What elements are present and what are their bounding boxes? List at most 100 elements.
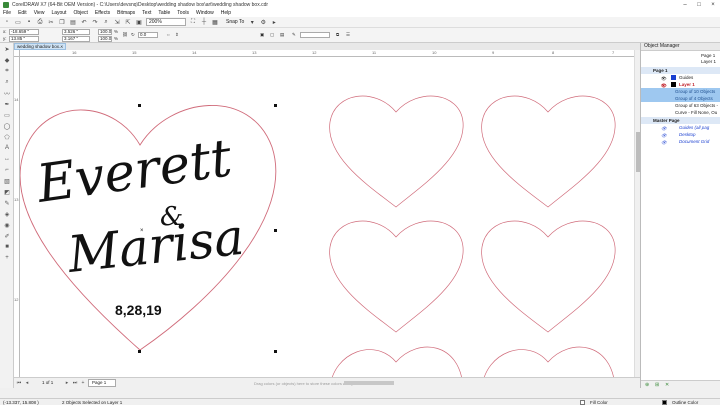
copy-icon[interactable]: ❐ xyxy=(58,18,66,26)
eye-icon[interactable]: 👁 xyxy=(661,132,667,138)
export-icon[interactable]: ⇱ xyxy=(124,18,132,26)
tree-document-grid[interactable]: 👁 Document Grid xyxy=(641,138,720,145)
search-icon[interactable]: ⌕ xyxy=(102,18,110,26)
smart-fill-icon[interactable]: ◉ xyxy=(3,221,11,229)
first-page-icon[interactable]: ⏮ xyxy=(16,380,22,386)
connector-tool-icon[interactable]: ⌐ xyxy=(3,166,11,174)
eye-icon[interactable]: 👁 xyxy=(661,82,667,88)
undo-icon[interactable]: ↶ xyxy=(80,18,88,26)
zoom-level-field[interactable]: 200% xyxy=(146,18,186,26)
document-tab[interactable]: wedding shadow box... × xyxy=(14,43,66,50)
arrange-icon[interactable]: ⧉ xyxy=(336,32,339,37)
group-icon[interactable]: ▣ xyxy=(260,32,264,38)
selection-handle[interactable] xyxy=(274,104,277,107)
interactive-fill-icon[interactable]: ◈ xyxy=(3,210,11,218)
ungroup-all-icon[interactable]: ▤ xyxy=(280,32,284,38)
menu-window[interactable]: Window xyxy=(196,10,214,16)
add-tool-icon[interactable]: + xyxy=(3,254,11,262)
transparency-tool-icon[interactable]: ◩ xyxy=(3,188,11,196)
tree-desktop[interactable]: 👁 Desktop xyxy=(641,131,720,138)
fill-color-icon[interactable]: ■ xyxy=(3,243,11,251)
menu-tools[interactable]: Tools xyxy=(177,10,189,16)
ellipse-tool-icon[interactable]: ◯ xyxy=(3,122,11,130)
options-gear-icon[interactable]: ⚙ xyxy=(259,18,267,26)
lock-ratio-icon[interactable]: ⛓ xyxy=(122,32,128,38)
tree-guides-all[interactable]: 👁 Guides (all pag xyxy=(641,124,720,131)
snap-to-dropdown[interactable]: Snap To xyxy=(226,19,244,25)
tree-group-10[interactable]: Group of 10 Objects xyxy=(641,88,720,95)
outline-width-icon[interactable]: ✎ xyxy=(292,32,296,38)
menu-layout[interactable]: Layout xyxy=(51,10,66,16)
shape-tool-icon[interactable]: ◆ xyxy=(3,56,11,64)
selection-handle[interactable] xyxy=(138,350,141,353)
menu-view[interactable]: View xyxy=(34,10,45,16)
eye-icon[interactable]: 👁 xyxy=(661,75,667,81)
width-field[interactable]: 3.526 " xyxy=(62,29,90,35)
new-layer-icon[interactable]: ⊕ xyxy=(645,382,650,388)
parallel-dimension-icon[interactable]: ↔ xyxy=(3,155,11,163)
menu-text[interactable]: Text xyxy=(142,10,151,16)
pick-tool-icon[interactable]: ➤ xyxy=(3,45,11,53)
menu-edit[interactable]: Edit xyxy=(18,10,27,16)
polygon-tool-icon[interactable]: ⬠ xyxy=(3,133,11,141)
new-master-layer-icon[interactable]: ⊞ xyxy=(655,382,660,388)
tree-master-page[interactable]: Master Page xyxy=(641,117,720,124)
full-screen-icon[interactable]: ⛶ xyxy=(189,18,197,26)
rulers-icon[interactable]: ┼ xyxy=(200,18,208,26)
outline-width-field[interactable] xyxy=(300,32,330,38)
tree-page-1[interactable]: Page 1 xyxy=(641,67,720,74)
new-document-icon[interactable]: ▫ xyxy=(3,18,11,26)
scale-width-field[interactable]: 100.0 xyxy=(98,29,112,35)
print-icon[interactable]: ⎙ xyxy=(36,18,44,26)
drawing-canvas[interactable]: × Everett & Marisa 8,28,19 xyxy=(20,57,634,377)
height-field[interactable]: 3.167 " xyxy=(62,36,90,42)
selection-handle[interactable] xyxy=(274,229,277,232)
name-everett[interactable]: Everett xyxy=(32,128,235,215)
tree-group-4[interactable]: Group of 4 Objects xyxy=(641,95,720,102)
grid-icon[interactable]: ▦ xyxy=(211,18,219,26)
wedding-date[interactable]: 8,28,19 xyxy=(115,302,162,318)
minimize-button[interactable]: – xyxy=(678,0,692,9)
open-folder-icon[interactable]: ▭ xyxy=(14,18,22,26)
name-marisa[interactable]: Marisa xyxy=(64,208,246,284)
y-position-field[interactable]: 13.85 " xyxy=(9,36,39,42)
next-page-icon[interactable]: ▸ xyxy=(64,380,70,386)
align-icon[interactable]: ☰ xyxy=(346,32,350,38)
application-launcher-icon[interactable]: ▸ xyxy=(270,18,278,26)
rectangle-tool-icon[interactable]: ▭ xyxy=(3,111,11,119)
small-heart-outline[interactable] xyxy=(481,220,616,333)
crop-tool-icon[interactable]: ⌗ xyxy=(3,67,11,75)
eye-icon[interactable]: 👁 xyxy=(661,139,667,145)
rotation-angle-field[interactable]: 0.0 xyxy=(138,32,158,38)
tree-curve[interactable]: Curve - Fill None, Ou xyxy=(641,109,720,116)
close-icon[interactable]: × xyxy=(60,44,63,49)
drop-shadow-icon[interactable]: ▧ xyxy=(3,177,11,185)
save-icon[interactable]: ▪ xyxy=(25,18,33,26)
eyedropper-icon[interactable]: ✎ xyxy=(3,199,11,207)
menu-file[interactable]: File xyxy=(3,10,11,16)
tree-layer-1[interactable]: 👁 Layer 1 xyxy=(641,81,720,88)
menu-effects[interactable]: Effects xyxy=(95,10,110,16)
add-page-icon[interactable]: + xyxy=(80,380,86,386)
outline-color-swatch[interactable] xyxy=(662,400,667,405)
menu-table[interactable]: Table xyxy=(158,10,170,16)
small-heart-outline[interactable] xyxy=(329,95,464,208)
small-heart-outline[interactable] xyxy=(482,346,615,377)
mirror-vertical-icon[interactable]: ⇕ xyxy=(175,32,179,38)
menu-help[interactable]: Help xyxy=(221,10,231,16)
outline-pen-icon[interactable]: ✐ xyxy=(3,232,11,240)
previous-page-icon[interactable]: ◂ xyxy=(24,380,30,386)
horizontal-ruler[interactable]: 16 15 14 13 12 11 10 9 8 7 xyxy=(20,50,634,57)
fill-color-swatch[interactable] xyxy=(580,400,585,405)
paste-icon[interactable]: ▤ xyxy=(69,18,77,26)
selection-handle[interactable] xyxy=(138,104,141,107)
small-heart-outline[interactable] xyxy=(481,95,616,208)
eye-icon[interactable]: 👁 xyxy=(661,125,667,131)
import-icon[interactable]: ⇲ xyxy=(113,18,121,26)
mirror-horizontal-icon[interactable]: ⇔ xyxy=(166,32,171,37)
small-heart-outline[interactable] xyxy=(329,220,464,333)
chevron-down-icon[interactable]: ▾ xyxy=(248,18,256,26)
page-tab[interactable]: Page 1 xyxy=(88,379,116,387)
ungroup-icon[interactable]: ▢ xyxy=(270,32,274,38)
delete-icon[interactable]: ✕ xyxy=(665,382,670,388)
